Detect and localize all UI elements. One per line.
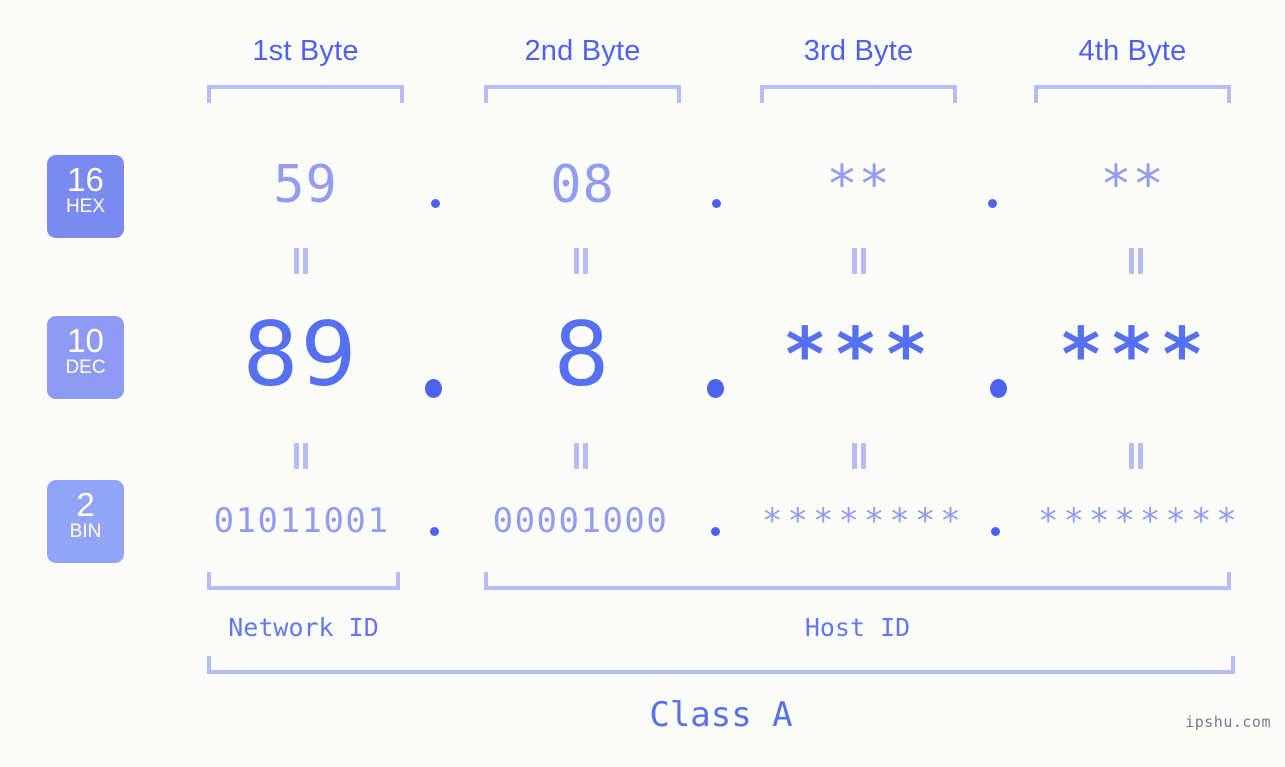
base-badge-bin-number: 2 (76, 486, 95, 523)
equals-icon-dec-bin-3 (850, 443, 868, 469)
base-badge-hex-name: HEX (65, 196, 106, 217)
dec-separator-dot-2 (707, 379, 724, 398)
bin-separator-dot-1 (430, 527, 439, 536)
network-id-bracket (207, 572, 400, 590)
base-badge-hex-number: 16 (67, 161, 104, 198)
bin-byte-2: 00001000 (492, 501, 669, 541)
network-id-label: Network ID (228, 613, 379, 642)
equals-icon-dec-bin-4 (1127, 443, 1145, 469)
base-badge-bin-name: BIN (69, 521, 102, 542)
hex-separator-dot-1 (431, 199, 440, 208)
equals-icon-hex-dec-2 (572, 248, 590, 274)
equals-icon-hex-dec-4 (1127, 248, 1145, 274)
dec-separator-dot-1 (425, 379, 442, 398)
hex-byte-2: 08 (550, 155, 615, 215)
base-badge-dec-name: DEC (65, 357, 106, 378)
host-id-bracket (484, 572, 1231, 590)
byte-header-3: 3rd Byte (803, 35, 914, 67)
byte-bracket-3 (760, 85, 957, 103)
hex-separator-dot-3 (988, 199, 997, 208)
dec-separator-dot-3 (990, 379, 1007, 398)
bin-separator-dot-3 (991, 527, 1000, 536)
equals-icon-dec-bin-1 (292, 443, 310, 469)
bin-separator-dot-2 (711, 527, 720, 536)
byte-bracket-4 (1034, 85, 1231, 103)
hex-byte-3: ** (826, 155, 891, 215)
base-badge-bin: 2 BIN (47, 480, 124, 563)
byte-header-4: 4th Byte (1078, 35, 1187, 67)
equals-icon-hex-dec-3 (850, 248, 868, 274)
byte-bracket-1 (207, 85, 404, 103)
byte-header-2: 2nd Byte (524, 35, 641, 67)
dec-byte-3: *** (782, 312, 935, 398)
dec-byte-2: 8 (553, 303, 612, 406)
equals-icon-dec-bin-2 (572, 443, 590, 469)
byte-bracket-2 (484, 85, 681, 103)
bin-byte-1: 01011001 (213, 501, 390, 541)
hex-byte-1: 59 (273, 155, 338, 215)
hex-separator-dot-2 (712, 199, 721, 208)
equals-icon-hex-dec-1 (292, 248, 310, 274)
class-bracket (207, 656, 1235, 674)
base-badge-hex: 16 HEX (47, 155, 124, 238)
site-watermark: ipshu.com (1185, 713, 1271, 731)
ip-address-breakdown-diagram: 1st Byte 2nd Byte 3rd Byte 4th Byte 16 H… (0, 0, 1285, 767)
hex-byte-4: ** (1100, 155, 1165, 215)
base-badge-dec: 10 DEC (47, 316, 124, 399)
dec-byte-4: *** (1058, 312, 1211, 398)
class-label: Class A (649, 695, 793, 735)
bin-byte-3: ******** (762, 501, 966, 541)
host-id-label: Host ID (804, 613, 911, 642)
base-badge-dec-number: 10 (67, 322, 104, 359)
dec-byte-1: 89 (242, 303, 359, 406)
bin-byte-4: ******** (1038, 501, 1242, 541)
byte-header-1: 1st Byte (252, 35, 359, 67)
